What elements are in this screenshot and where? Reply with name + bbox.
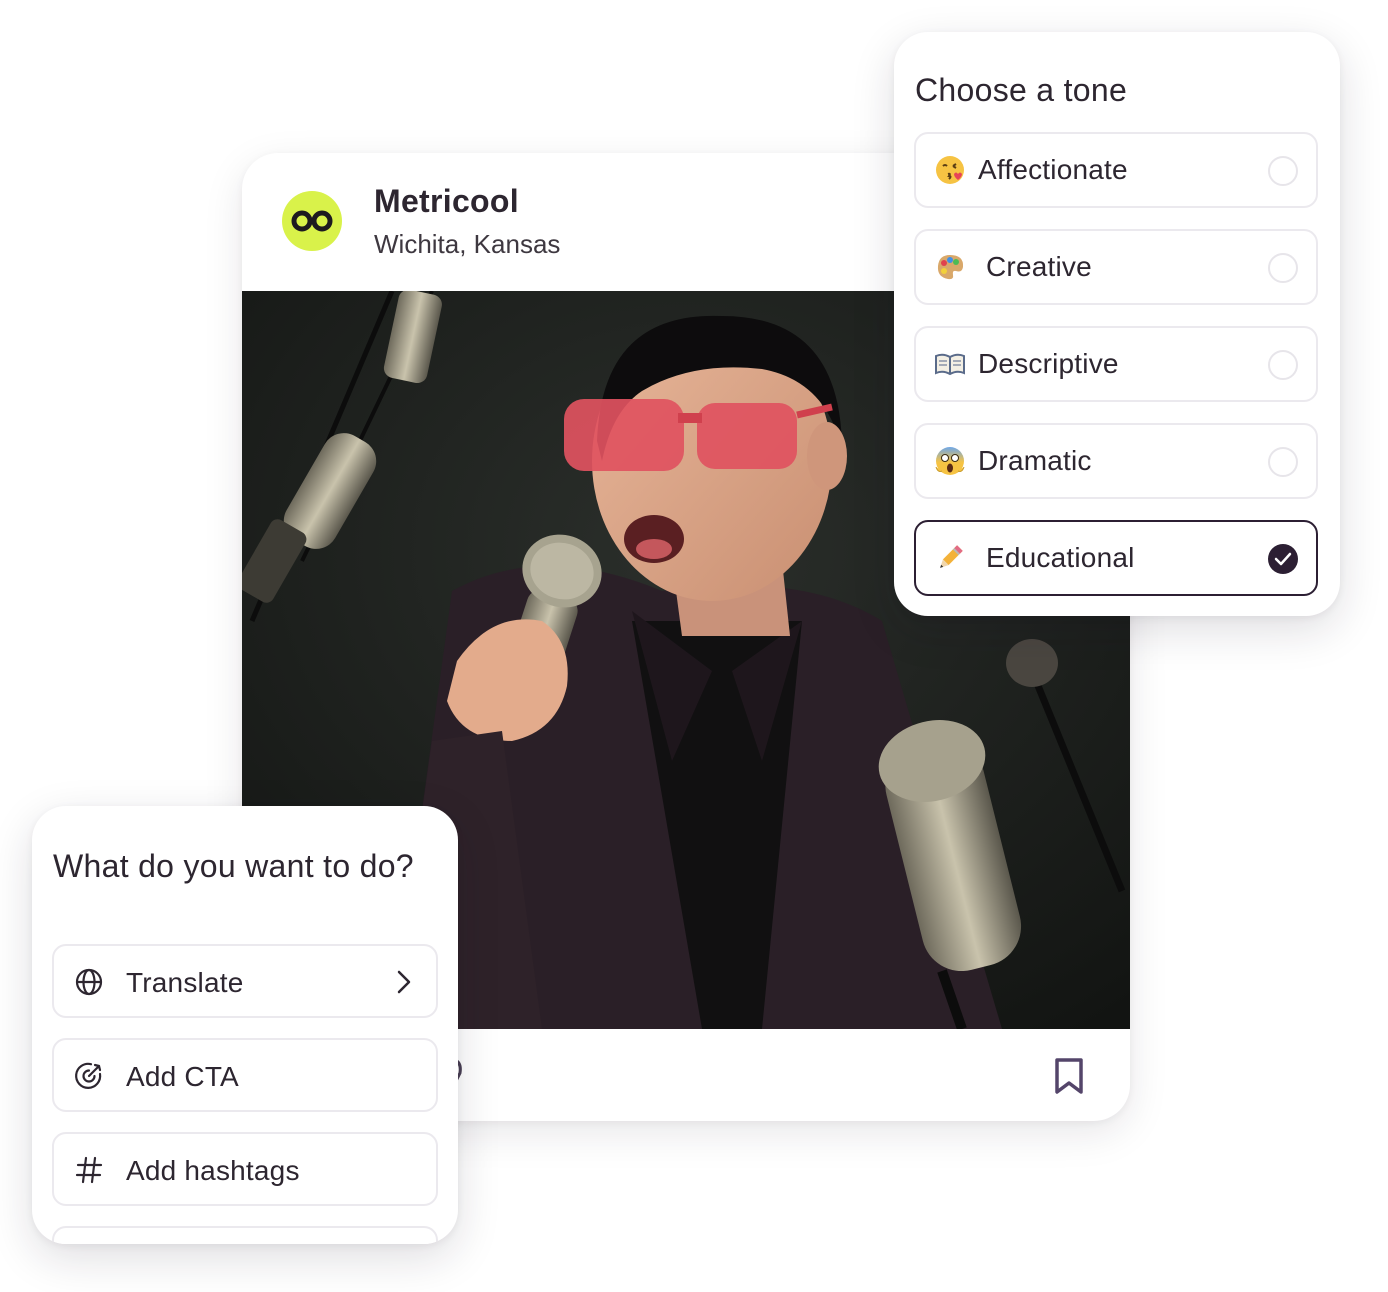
- action-panel-title: What do you want to do?: [53, 848, 414, 884]
- palette-icon: [934, 251, 966, 283]
- target-icon: [75, 1062, 102, 1089]
- action-label: Add hashtags: [126, 1155, 300, 1186]
- account-name[interactable]: Metricool: [374, 183, 519, 220]
- tone-option-educational[interactable]: Educational: [914, 520, 1318, 596]
- hash-icon: [75, 1156, 103, 1184]
- radio-button[interactable]: [1268, 253, 1298, 283]
- checked-radio-icon[interactable]: [1268, 544, 1298, 574]
- radio-button[interactable]: [1268, 447, 1298, 477]
- tone-option-label: Educational: [986, 542, 1135, 573]
- tone-option-label: Creative: [986, 251, 1092, 282]
- translate-button[interactable]: Translate: [52, 944, 438, 1018]
- bookmark-icon[interactable]: [1054, 1057, 1084, 1095]
- tone-option-descriptive[interactable]: Descriptive: [914, 326, 1318, 402]
- account-location: Wichita, Kansas: [374, 229, 561, 259]
- add-cta-button[interactable]: Add CTA: [52, 1038, 438, 1112]
- kissing-face-icon: [934, 154, 966, 186]
- more-options-button[interactable]: [52, 1226, 438, 1244]
- globe-icon: [75, 968, 103, 996]
- radio-button[interactable]: [1268, 350, 1298, 380]
- tone-option-label: Descriptive: [978, 348, 1119, 379]
- tone-panel-title: Choose a tone: [915, 72, 1128, 108]
- screaming-face-icon: [934, 445, 966, 477]
- radio-button[interactable]: [1268, 156, 1298, 186]
- infinity-logo-icon: [291, 210, 333, 232]
- pencil-icon: [934, 542, 966, 574]
- add-hashtags-button[interactable]: Add hashtags: [52, 1132, 438, 1206]
- chevron-right-icon: [397, 970, 411, 994]
- action-label: Translate: [126, 967, 244, 998]
- tone-option-affectionate[interactable]: Affectionate: [914, 132, 1318, 208]
- tone-option-creative[interactable]: Creative: [914, 229, 1318, 305]
- avatar[interactable]: [282, 191, 342, 251]
- tone-panel: Choose a tone Affectionate Creative Desc…: [894, 32, 1340, 616]
- tone-option-label: Affectionate: [978, 154, 1128, 185]
- open-book-icon: [934, 348, 966, 380]
- tone-option-dramatic[interactable]: Dramatic: [914, 423, 1318, 499]
- action-label: Add CTA: [126, 1061, 239, 1092]
- tone-option-label: Dramatic: [978, 445, 1092, 476]
- action-panel: What do you want to do? Translate Add CT…: [32, 806, 458, 1244]
